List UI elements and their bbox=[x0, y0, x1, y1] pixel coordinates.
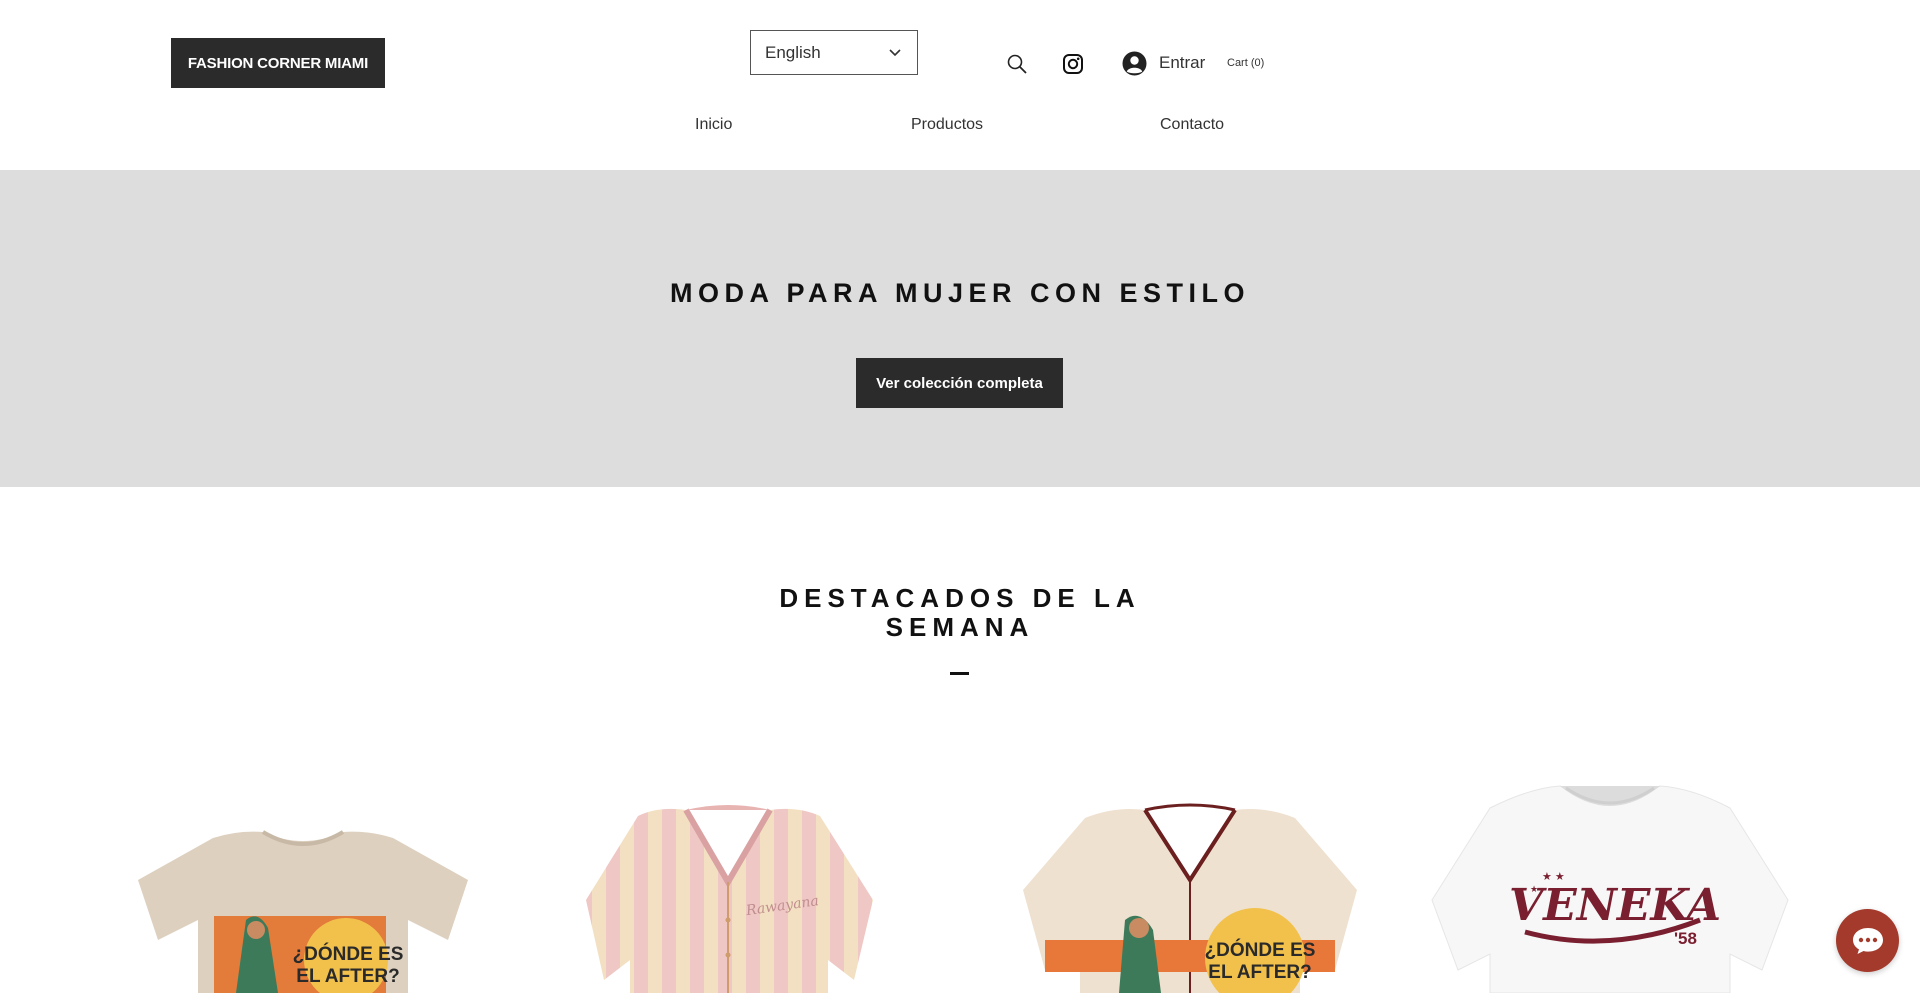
product-image-4: VENEKA '58 ★ ★ ★ bbox=[1431, 785, 1789, 993]
nav-productos[interactable]: Productos bbox=[911, 116, 983, 134]
nav-inicio[interactable]: Inicio bbox=[695, 116, 732, 134]
chat-icon bbox=[1852, 927, 1883, 954]
featured-title-line1: DESTACADOS DE LA bbox=[779, 583, 1141, 613]
site-header: FASHION CORNER MIAMI English Entrar Cart… bbox=[0, 0, 1920, 170]
product-card-1[interactable]: ¿DÓNDE ES EL AFTER? bbox=[118, 770, 488, 993]
product-image-3: ¿DÓNDE ES EL AFTER? bbox=[1023, 803, 1357, 993]
hero-title: MODA PARA MUJER CON ESTILO bbox=[669, 278, 1250, 308]
product-1-text-b: EL AFTER? bbox=[296, 966, 399, 987]
view-collection-button[interactable]: Ver colección completa bbox=[856, 358, 1063, 408]
product-card-4[interactable]: VENEKA '58 ★ ★ ★ bbox=[1430, 770, 1790, 993]
language-select[interactable]: English bbox=[750, 30, 918, 75]
product-card-3[interactable]: ¿DÓNDE ES EL AFTER? bbox=[1015, 770, 1365, 993]
featured-title-line2: SEMANA bbox=[885, 612, 1035, 642]
chevron-down-icon bbox=[889, 49, 901, 57]
search-icon[interactable] bbox=[1006, 53, 1028, 75]
product-4-text-b: '58 bbox=[1674, 929, 1697, 948]
login-button[interactable]: Entrar bbox=[1122, 49, 1205, 77]
logo-button[interactable]: FASHION CORNER MIAMI bbox=[171, 38, 385, 88]
account-icon bbox=[1122, 51, 1147, 75]
featured-divider bbox=[950, 672, 969, 675]
product-image-2: Rawayana bbox=[586, 805, 873, 993]
svg-text:★ ★: ★ ★ bbox=[1542, 871, 1565, 883]
featured-title: DESTACADOS DE LA SEMANA bbox=[760, 584, 1160, 642]
instagram-icon[interactable] bbox=[1062, 53, 1084, 75]
product-1-text-a: ¿DÓNDE ES bbox=[293, 943, 404, 965]
product-image-1: ¿DÓNDE ES EL AFTER? bbox=[138, 830, 468, 993]
product-3-text-a: ¿DÓNDE ES bbox=[1205, 939, 1316, 961]
svg-text:★: ★ bbox=[1530, 884, 1538, 894]
nav-contacto[interactable]: Contacto bbox=[1160, 116, 1224, 134]
hero-banner: MODA PARA MUJER CON ESTILO Ver colección… bbox=[0, 170, 1920, 487]
product-3-text-b: EL AFTER? bbox=[1208, 962, 1311, 983]
language-selected: English bbox=[765, 42, 821, 62]
cart-link[interactable]: Cart (0) bbox=[1227, 57, 1264, 69]
login-label: Entrar bbox=[1159, 53, 1206, 72]
chat-button[interactable] bbox=[1836, 909, 1899, 972]
product-card-2[interactable]: Rawayana bbox=[578, 770, 883, 993]
